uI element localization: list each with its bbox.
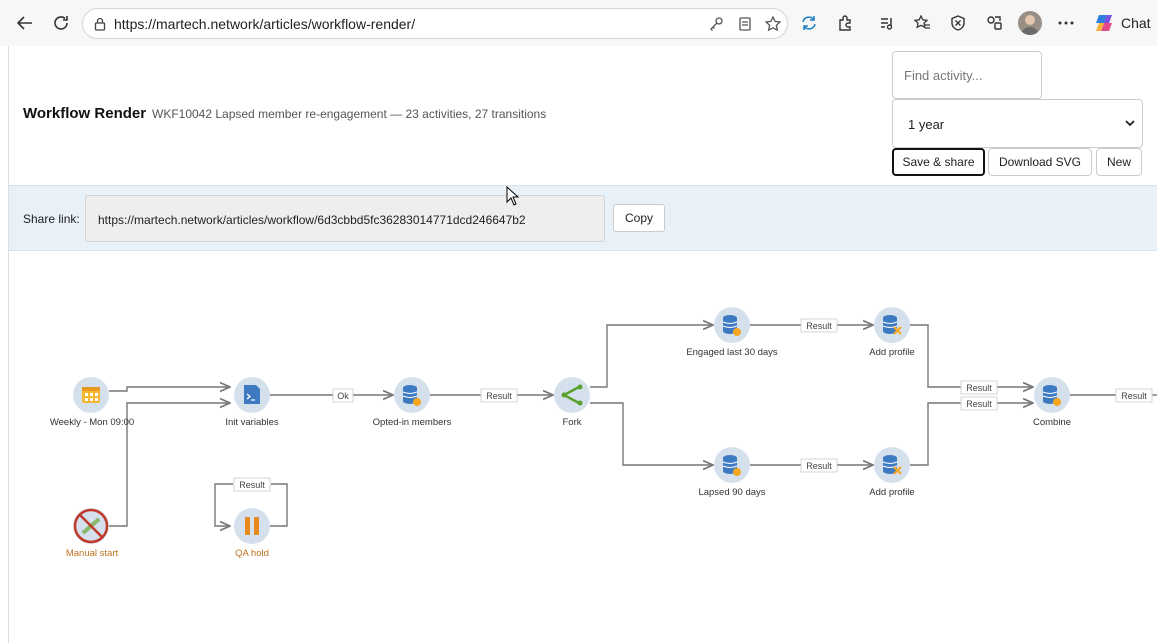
transition-label-ok: Ok: [337, 391, 349, 401]
node-fork[interactable]: Fork: [554, 377, 590, 428]
extensions-icon[interactable]: [833, 11, 857, 35]
node-label: QA hold: [235, 548, 269, 559]
node-label: Add profile: [869, 487, 914, 498]
chevron-down-icon: [1124, 117, 1136, 132]
node-label: Add profile: [869, 347, 914, 358]
copy-button[interactable]: Copy: [613, 204, 665, 232]
save-share-button[interactable]: Save & share: [892, 148, 985, 176]
node-label: Init variables: [225, 417, 279, 428]
transition-label-result: Result: [239, 480, 265, 490]
workflow-summary: WKF10042 Lapsed member re-engagement — 2…: [152, 107, 547, 121]
node-init-variables[interactable]: Init variables: [225, 377, 279, 428]
transition-label-result: Result: [966, 383, 992, 393]
time-range-value: 1 year: [908, 117, 945, 132]
share-label: Share link:: [23, 212, 80, 226]
node-label: Weekly - Mon 09:00: [50, 417, 134, 428]
lock-icon[interactable]: [90, 14, 110, 34]
shield-icon[interactable]: [946, 11, 970, 35]
page-header: Workflow Render WKF10042 Lapsed member r…: [9, 46, 1157, 185]
back-icon[interactable]: [13, 11, 37, 35]
node-engaged-last-30-days[interactable]: Engaged last 30 days: [686, 307, 778, 358]
page: Workflow Render WKF10042 Lapsed member r…: [9, 46, 1157, 643]
script-icon: [244, 385, 260, 404]
share-link-field[interactable]: https://martech.network/articles/workflo…: [85, 195, 605, 242]
page-title: Workflow Render: [23, 105, 147, 122]
calendar-icon: [82, 387, 100, 403]
node-label: Opted-in members: [373, 417, 452, 428]
transition-label-result: Result: [806, 321, 832, 331]
edge-addprof2-result[interactable]: [910, 402, 961, 466]
edge-qa-loop-in[interactable]: [214, 483, 233, 526]
node-opted-in-members[interactable]: Opted-in members: [373, 377, 452, 428]
chat-label: Chat: [1121, 15, 1151, 31]
edge-qa-loop-out[interactable]: [270, 483, 288, 527]
edge-addprof1-result[interactable]: [910, 324, 961, 388]
node-label: Combine: [1033, 417, 1071, 428]
key-icon[interactable]: [706, 14, 726, 34]
background-window-edge: [0, 46, 9, 643]
node-add-profile-1[interactable]: Add profile: [869, 307, 915, 358]
new-button[interactable]: New: [1096, 148, 1142, 176]
url-text[interactable]: https://martech.network/articles/workflo…: [114, 16, 415, 32]
mouse-cursor-icon: [506, 185, 520, 211]
transition-label-result: Result: [966, 399, 992, 409]
time-range-select[interactable]: 1 year: [892, 99, 1143, 148]
node-label: Fork: [563, 417, 582, 428]
node-combine[interactable]: Combine: [1033, 377, 1071, 428]
sync-icon[interactable]: [797, 11, 821, 35]
reader-view-icon[interactable]: [735, 14, 755, 34]
node-qa-hold[interactable]: QA hold: [234, 508, 270, 559]
more-icon[interactable]: [1054, 11, 1078, 35]
profile-avatar[interactable]: [1018, 11, 1042, 35]
workflow-diagram: Ok Result Result Result Result Result Re…: [50, 307, 1157, 559]
media-icon[interactable]: [875, 11, 899, 35]
favorites-icon[interactable]: [910, 11, 934, 35]
edge-fork-lapsed[interactable]: [590, 402, 713, 465]
share-bar: Share link: https://martech.network/arti…: [9, 185, 1157, 251]
copilot-chat-button[interactable]: Chat: [1087, 7, 1153, 39]
node-manual-start[interactable]: Manual start: [66, 508, 119, 559]
collections-icon[interactable]: [982, 11, 1006, 35]
node-add-profile-2[interactable]: Add profile: [869, 447, 915, 498]
edge-weekly-init[interactable]: [109, 387, 230, 391]
transition-label-result: Result: [1121, 391, 1147, 401]
browser-toolbar: https://martech.network/articles/workflo…: [0, 0, 1157, 46]
download-svg-button[interactable]: Download SVG: [988, 148, 1092, 176]
copilot-icon: [1096, 15, 1112, 31]
address-bar[interactable]: https://martech.network/articles/workflo…: [82, 8, 788, 39]
node-label: Engaged last 30 days: [686, 347, 778, 358]
node-circle[interactable]: [554, 377, 590, 413]
workflow-canvas[interactable]: Ok Result Result Result Result Result Re…: [9, 251, 1157, 643]
find-activity-input[interactable]: [892, 51, 1042, 99]
node-circle[interactable]: [234, 508, 270, 544]
refresh-icon[interactable]: [49, 11, 73, 35]
node-label: Lapsed 90 days: [698, 487, 765, 498]
transition-label-result: Result: [806, 461, 832, 471]
node-label: Manual start: [66, 548, 119, 559]
favorite-star-icon[interactable]: [763, 14, 783, 34]
transition-label-result: Result: [486, 391, 512, 401]
node-lapsed-90-days[interactable]: Lapsed 90 days: [698, 447, 766, 498]
node-weekly[interactable]: Weekly - Mon 09:00: [50, 377, 134, 428]
